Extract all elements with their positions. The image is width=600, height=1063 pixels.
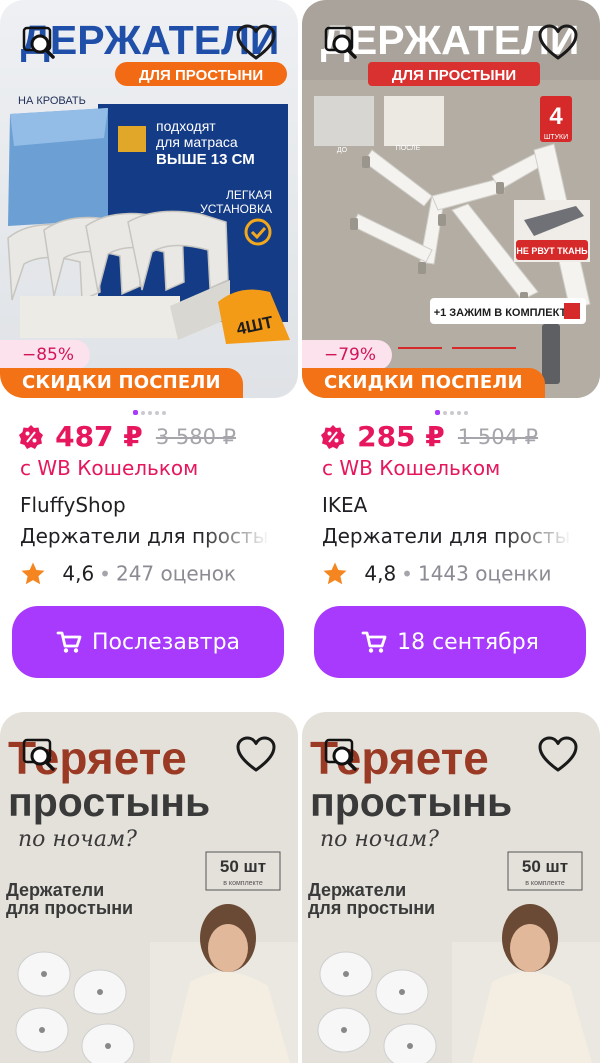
rating-value: 4,6	[62, 561, 95, 586]
pager-dot	[154, 410, 159, 415]
brand-name[interactable]: IKEA	[322, 493, 367, 517]
wb-wallet-icon	[321, 424, 345, 449]
pager-dot	[140, 410, 145, 415]
zoom-icon[interactable]	[324, 738, 358, 772]
product-image[interactable]: ДЕРЖАТЕЛИ ДЛЯ ПРОСТЫНИ ДО ПОСЛЕ 4 ШТУКИ	[302, 0, 600, 398]
svg-text:50 шт: 50 шт	[220, 857, 266, 876]
svg-text:Держатели: Держатели	[6, 880, 104, 900]
old-price: 3 580 ₽	[155, 424, 237, 449]
pager-dot	[434, 410, 440, 415]
wallet-note: с WB Кошельком	[20, 456, 199, 480]
image-pager	[0, 402, 298, 415]
svg-text:ЛЕГКАЯ: ЛЕГКАЯ	[226, 188, 272, 202]
zoom-icon[interactable]	[324, 26, 358, 60]
delivery-date: 18 сентября	[397, 629, 539, 655]
pager-dot	[147, 410, 152, 415]
pager-dot	[132, 410, 138, 415]
svg-text:+1 ЗАЖИМ В КОМПЛЕКТ: +1 ЗАЖИМ В КОМПЛЕКТ	[434, 307, 567, 319]
price-row: 285 ₽ 1 504 ₽	[320, 420, 538, 454]
svg-text:в комплекте: в комплекте	[525, 880, 565, 887]
svg-text:ДЛЯ ПРОСТЫНИ: ДЛЯ ПРОСТЫНИ	[139, 67, 263, 84]
svg-text:УСТАНОВКА: УСТАНОВКА	[200, 202, 272, 216]
svg-text:ШТУКИ: ШТУКИ	[544, 134, 568, 141]
star-icon	[21, 562, 45, 584]
cart-icon	[56, 631, 82, 653]
svg-text:ДО: ДО	[337, 147, 348, 154]
svg-text:ДЛЯ ПРОСТЫНИ: ДЛЯ ПРОСТЫНИ	[392, 67, 516, 84]
rating: 4,6 • 247 оценок	[20, 560, 236, 587]
pager-dot	[463, 410, 468, 415]
svg-text:50 шт: 50 шт	[522, 857, 568, 876]
svg-text:подходят: подходят	[156, 118, 216, 134]
current-price: 487 ₽	[55, 420, 143, 453]
svg-text:4: 4	[549, 103, 563, 130]
svg-text:ВЫШЕ 13 СМ: ВЫШЕ 13 СМ	[156, 151, 255, 168]
heart-icon[interactable]	[538, 24, 578, 62]
product-image[interactable]: ДЕРЖАТЕЛИ ДЛЯ ПРОСТЫНИ НА КРОВАТЬ подход…	[0, 0, 298, 398]
add-to-cart-button[interactable]: Послезавтра	[12, 606, 284, 678]
svg-text:по ночам?: по ночам?	[320, 827, 439, 852]
svg-text:простынь: простынь	[310, 779, 512, 825]
cart-icon	[361, 631, 387, 653]
discount-badge: −79%	[302, 340, 393, 370]
zoom-icon[interactable]	[22, 26, 56, 60]
price-row: 487 ₽ 3 580 ₽	[18, 420, 236, 454]
heart-icon[interactable]	[236, 24, 276, 62]
product-image[interactable]: Теряете простынь по ночам? 50 шт в компл…	[0, 712, 298, 1063]
old-price: 1 504 ₽	[457, 424, 539, 449]
rating-separator: •	[99, 561, 111, 586]
add-to-cart-button[interactable]: 18 сентября	[314, 606, 586, 678]
reviews-count[interactable]: 247 оценок	[116, 562, 236, 586]
title-fade	[200, 524, 282, 550]
reviews-count[interactable]: 1443 оценки	[418, 562, 552, 586]
svg-text:в комплекте: в комплекте	[223, 880, 263, 887]
svg-text:для простыни: для простыни	[308, 898, 435, 918]
rating-value: 4,8	[364, 561, 397, 586]
svg-text:Держатели: Держатели	[308, 880, 406, 900]
delivery-date: Послезавтра	[91, 629, 241, 655]
pager-dot	[442, 410, 447, 415]
svg-text:для простыни: для простыни	[6, 898, 133, 918]
svg-text:ПОСЛЕ: ПОСЛЕ	[396, 145, 421, 152]
rating-separator: •	[401, 561, 413, 586]
pager-dot	[161, 410, 166, 415]
zoom-icon[interactable]	[22, 738, 56, 772]
heart-icon[interactable]	[538, 736, 578, 774]
discount-badge: −85%	[0, 340, 91, 370]
rating: 4,8 • 1443 оценки	[322, 560, 552, 587]
svg-text:простынь: простынь	[8, 779, 210, 825]
wallet-note: с WB Кошельком	[322, 456, 501, 480]
pager-dot	[456, 410, 461, 415]
brand-name[interactable]: FluffyShop	[20, 493, 126, 517]
product-image[interactable]: Теряете простынь по ночам? 50 шт в компл…	[302, 712, 600, 1063]
star-icon	[323, 562, 347, 584]
pager-dot	[449, 410, 454, 415]
svg-text:НА КРОВАТЬ: НА КРОВАТЬ	[18, 95, 86, 107]
promo-badge: СКИДКИ ПОСПЕЛИ	[302, 368, 545, 398]
heart-icon[interactable]	[236, 736, 276, 774]
title-fade	[502, 524, 584, 550]
svg-text:для матраса: для матраса	[156, 134, 238, 150]
wb-wallet-icon	[19, 424, 43, 449]
current-price: 285 ₽	[357, 420, 445, 453]
svg-text:НЕ РВУТ ТКАНЬ: НЕ РВУТ ТКАНЬ	[516, 246, 588, 256]
svg-text:по ночам?: по ночам?	[18, 827, 137, 852]
image-pager	[302, 402, 600, 415]
promo-badge: СКИДКИ ПОСПЕЛИ	[0, 368, 243, 398]
